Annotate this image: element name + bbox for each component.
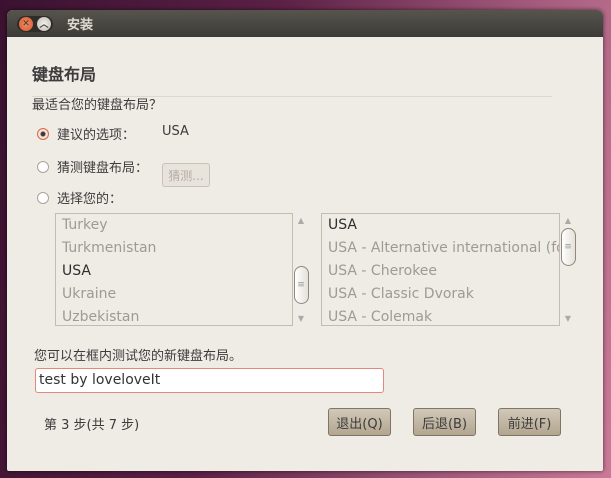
radio-button[interactable] bbox=[37, 127, 49, 140]
layout-list[interactable]: Turkey Turkmenistan USA Ukraine Uzbekist… bbox=[55, 213, 293, 326]
suggested-value: USA bbox=[162, 124, 189, 139]
list-item[interactable]: USA - Cherokee bbox=[322, 260, 559, 283]
test-input[interactable]: test by loveloveIt bbox=[35, 368, 384, 393]
scroll-up-icon[interactable]: ▲ bbox=[565, 214, 571, 228]
scroll-up-icon[interactable]: ▲ bbox=[298, 214, 304, 228]
scroll-thumb[interactable]: ≡ bbox=[560, 228, 576, 266]
variant-list[interactable]: USA USA - Alternative international (for… bbox=[321, 213, 560, 326]
radio-suggested[interactable]: 建议的选项： bbox=[37, 124, 135, 143]
list-item[interactable]: USA - Colemak bbox=[322, 306, 559, 325]
installer-window: ✕ ︿ 安装 键盘布局 最适合您的键盘布局？ 建议的选项： USA 猜测键盘布局… bbox=[7, 10, 603, 471]
list-item-selected[interactable]: USA bbox=[56, 260, 292, 283]
radio-detect[interactable]: 猜测键盘布局： bbox=[37, 157, 148, 176]
back-button[interactable]: 后退(B) bbox=[413, 408, 476, 436]
title-bar: ✕ ︿ 安装 bbox=[7, 10, 603, 37]
radio-label: 猜测键盘布局： bbox=[57, 161, 149, 176]
list-item[interactable]: Uzbekistan bbox=[56, 306, 292, 325]
scroll-thumb[interactable]: ≡ bbox=[293, 266, 309, 304]
list-item-selected[interactable]: USA bbox=[322, 214, 559, 237]
radio-choose[interactable]: 选择您的： bbox=[37, 188, 122, 207]
question-label: 最适合您的键盘布局？ bbox=[32, 98, 163, 113]
radio-button[interactable] bbox=[37, 191, 49, 204]
radio-label: 选择您的： bbox=[57, 192, 123, 207]
maximize-button[interactable]: ︿ bbox=[37, 16, 51, 31]
step-indicator: 第 3 步(共 7 步) bbox=[44, 418, 140, 433]
layout-scrollbar[interactable]: ▲ ≡ ▼ bbox=[293, 214, 309, 326]
scroll-down-icon[interactable]: ▼ bbox=[565, 312, 571, 326]
list-item[interactable]: USA - Classic Dvorak bbox=[322, 283, 559, 306]
list-item[interactable]: USA - Alternative international (former … bbox=[322, 237, 559, 260]
detect-button[interactable]: 猜测... bbox=[162, 163, 210, 187]
test-label: 您可以在框内测试您的新键盘布局。 bbox=[34, 349, 243, 364]
list-item[interactable]: Ukraine bbox=[56, 283, 292, 306]
close-button[interactable]: ✕ bbox=[19, 16, 33, 31]
quit-button[interactable]: 退出(Q) bbox=[328, 408, 391, 436]
window-title: 安装 bbox=[67, 18, 94, 33]
list-item[interactable]: Turkmenistan bbox=[56, 237, 292, 260]
scroll-down-icon[interactable]: ▼ bbox=[298, 312, 304, 326]
page-title: 键盘布局 bbox=[32, 65, 97, 84]
list-item[interactable]: Turkey bbox=[56, 214, 292, 237]
forward-button[interactable]: 前进(F) bbox=[498, 408, 561, 436]
variant-scrollbar[interactable]: ▲ ≡ ▼ bbox=[560, 214, 576, 326]
radio-button[interactable] bbox=[37, 160, 49, 173]
radio-label: 建议的选项： bbox=[57, 128, 136, 143]
